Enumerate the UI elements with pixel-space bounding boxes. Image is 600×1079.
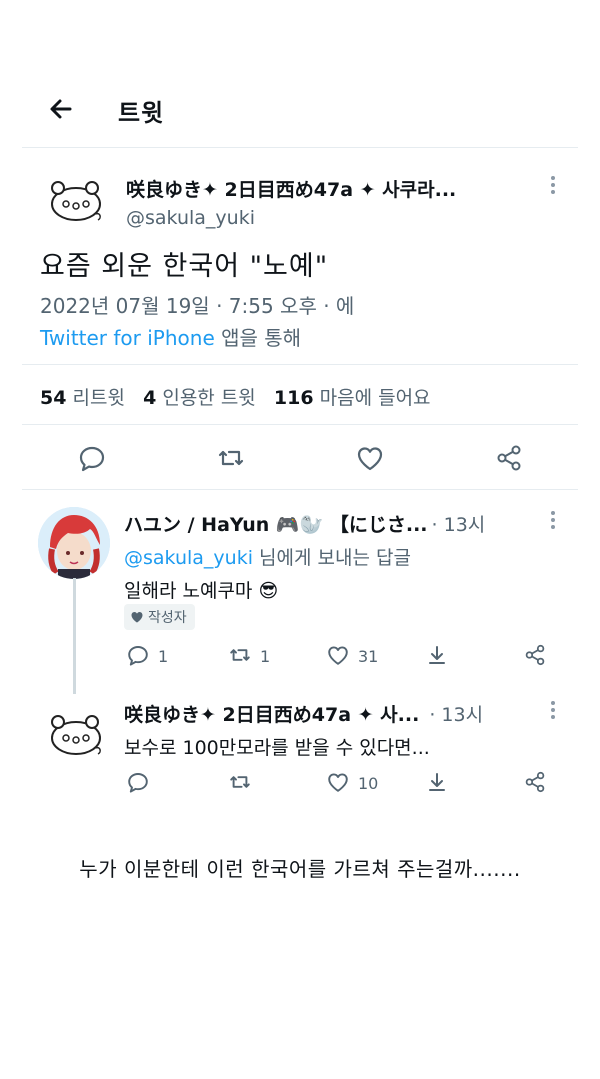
reply1-display-name[interactable]: ハユン / HaYun 🎮🦭 【にじさ... xyxy=(124,510,428,537)
retweet-icon[interactable] xyxy=(216,443,246,473)
reply2-like-count: 10 xyxy=(358,774,379,793)
reply2-text: 보수로 100만모라를 받을 수 있다면... xyxy=(124,737,430,759)
more-icon[interactable] xyxy=(549,509,557,531)
reply1-header: ハユン / HaYun 🎮🦭 【にじさ... · 13시 xyxy=(124,510,485,537)
more-icon[interactable] xyxy=(549,174,557,196)
main-handle[interactable]: @sakula_yuki xyxy=(126,207,255,229)
author-badge: 작성자 xyxy=(124,604,195,630)
reply2-display-name[interactable]: 咲良ゆき✦ 2日目西め47a ✦ 사... xyxy=(124,700,419,727)
reply1-reply-count: 1 xyxy=(158,647,169,666)
share-icon[interactable] xyxy=(494,443,524,473)
reply-icon[interactable] xyxy=(126,643,150,667)
avatar[interactable] xyxy=(46,710,108,760)
reply1-like-count: 31 xyxy=(358,647,379,666)
header-divider xyxy=(22,147,578,148)
tweet-client-line: Twitter for iPhone 앱을 통해 xyxy=(40,322,301,351)
share-icon[interactable] xyxy=(523,770,547,794)
retweet-stat[interactable]: 54 리트윗 xyxy=(40,387,125,409)
reply-icon[interactable] xyxy=(126,770,150,794)
reply2-time: · 13시 xyxy=(429,704,484,726)
avatar[interactable] xyxy=(38,507,110,579)
share-icon[interactable] xyxy=(523,643,547,667)
heart-badge-icon xyxy=(131,612,143,623)
back-arrow-icon[interactable] xyxy=(44,92,78,126)
actions-divider xyxy=(22,489,578,490)
main-display-name[interactable]: 咲良ゆき✦ 2日目西め47a ✦ 사쿠라... xyxy=(126,175,456,202)
like-icon[interactable] xyxy=(355,443,385,473)
retweet-icon[interactable] xyxy=(228,643,252,667)
more-icon[interactable] xyxy=(549,699,557,721)
stats-divider-top xyxy=(22,364,578,365)
thread-line xyxy=(73,578,76,694)
retweet-icon[interactable] xyxy=(228,770,252,794)
tweet-stats: 54 리트윗 4 인용한 트윗 116 마음에 들어요 xyxy=(40,383,431,410)
like-stat[interactable]: 116 마음에 들어요 xyxy=(274,387,431,409)
download-icon[interactable] xyxy=(425,643,449,667)
page-title: 트윗 xyxy=(118,99,165,127)
avatar[interactable] xyxy=(46,176,108,226)
caption-text: 누가 이분한테 이런 한국어를 가르쳐 주는걸까....... xyxy=(79,857,521,881)
like-icon[interactable] xyxy=(326,643,350,667)
reply1-reply-to: @sakula_yuki 님에게 보내는 답글 xyxy=(124,547,411,569)
quote-stat[interactable]: 4 인용한 트윗 xyxy=(143,387,256,409)
reply1-retweet-count: 1 xyxy=(260,647,271,666)
reply1-time: · 13시 xyxy=(431,514,486,536)
client-suffix: 앱을 통해 xyxy=(214,326,302,350)
download-icon[interactable] xyxy=(425,770,449,794)
tweet-text: 요즘 외운 한국어 "노예" xyxy=(40,251,329,282)
reply-mention-link[interactable]: @sakula_yuki xyxy=(124,547,253,569)
tweet-timestamp: 2022년 07월 19일 · 7:55 오후 · 에 xyxy=(40,294,355,318)
client-link[interactable]: Twitter for iPhone xyxy=(40,326,215,350)
reply-icon[interactable] xyxy=(77,443,107,473)
like-icon[interactable] xyxy=(326,770,350,794)
reply1-text: 일해라 노예쿠마 😎 xyxy=(124,580,279,602)
reply2-header: 咲良ゆき✦ 2日目西め47a ✦ 사... · 13시 xyxy=(124,700,483,727)
stats-divider-bottom xyxy=(22,424,578,425)
